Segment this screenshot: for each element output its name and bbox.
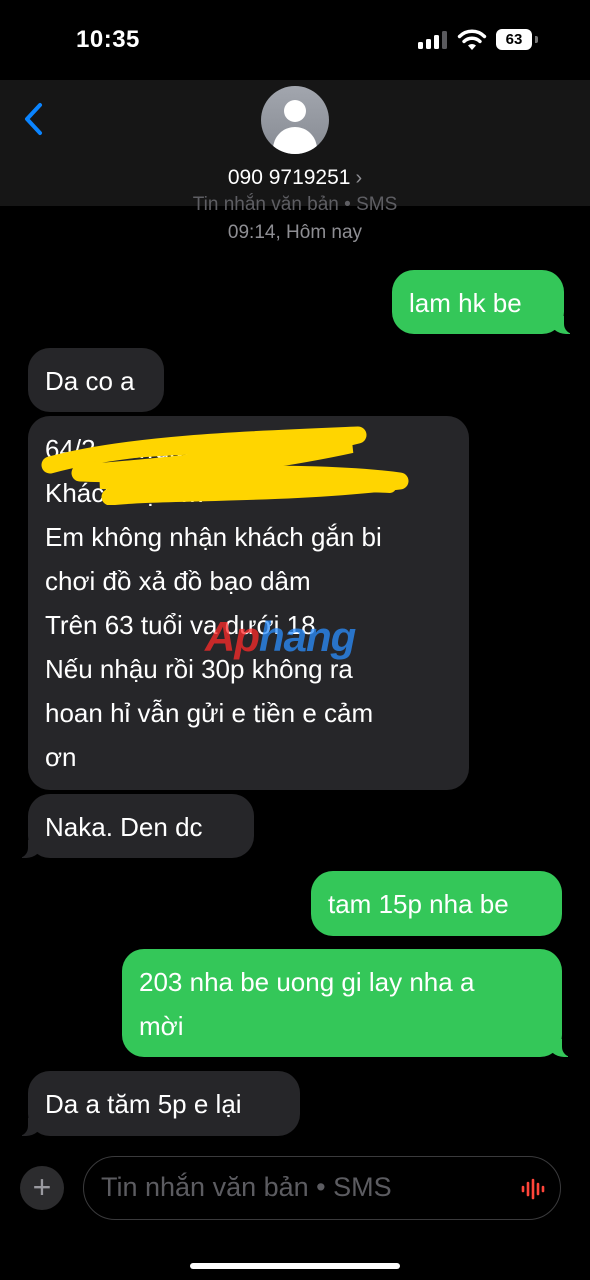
message-text: tam 15p nha be xyxy=(328,889,509,919)
watermark-part2: hang xyxy=(259,613,356,660)
message-text: Da a tăm 5p e lại xyxy=(45,1089,242,1119)
battery-tip xyxy=(535,36,538,43)
redaction-scribble xyxy=(41,426,409,505)
message-line: mời xyxy=(139,1011,184,1041)
chevron-right-icon: › xyxy=(355,167,363,189)
status-time: 10:35 xyxy=(76,26,140,53)
message-outgoing[interactable]: tam 15p nha be xyxy=(311,871,562,936)
thread-type-label: Tin nhắn văn bản • SMS xyxy=(192,194,398,215)
contact-name[interactable]: 090 9719251 › xyxy=(0,166,590,190)
message-text: Da co a xyxy=(45,366,135,396)
watermark-part1: Ap xyxy=(205,613,260,660)
message-line: chơi đồ xả đồ bạo dâm xyxy=(45,566,311,596)
message-line: Em không nhận khách gắn bi xyxy=(45,522,382,552)
cellular-signal-icon xyxy=(418,31,448,49)
message-line: 203 nha be uong gi lay nha a xyxy=(139,967,475,997)
plus-button[interactable]: + xyxy=(20,1166,64,1210)
battery-indicator: 63 xyxy=(496,29,532,50)
status-bar: 10:35 63 xyxy=(0,0,590,80)
message-line: ơn xyxy=(45,742,77,772)
message-text: lam hk be xyxy=(409,288,522,318)
chevron-left-icon[interactable] xyxy=(18,97,54,141)
message-composer: + Tin nhắn văn bản • SMS xyxy=(0,1150,590,1280)
message-outgoing-multiline[interactable]: 203 nha be uong gi lay nha a mời xyxy=(122,949,572,1057)
wifi-icon xyxy=(457,29,487,50)
contact-number: 090 9719251 xyxy=(227,166,351,189)
message-incoming[interactable]: Da co a xyxy=(28,348,164,412)
message-incoming[interactable]: Da a tăm 5p e lại xyxy=(18,1071,300,1136)
message-input[interactable]: Tin nhắn văn bản • SMS xyxy=(83,1156,561,1220)
home-indicator xyxy=(190,1263,400,1269)
message-line: hoan hỉ vẫn gửi e tiền e cảm xyxy=(45,698,374,728)
conversation-header: 090 9719251 › xyxy=(0,80,590,206)
watermark-logo: Aphang xyxy=(205,613,356,661)
contact-avatar[interactable] xyxy=(261,86,329,154)
message-text: Naka. Den dc xyxy=(45,812,203,842)
person-icon-head xyxy=(284,100,306,122)
message-input-placeholder: Tin nhắn văn bản • SMS xyxy=(101,1172,392,1202)
waveform-icon[interactable] xyxy=(520,1178,548,1200)
person-icon-body xyxy=(273,127,317,154)
thread-timestamp: 09:14, Hôm nay xyxy=(227,222,363,243)
message-incoming[interactable]: Naka. Den dc xyxy=(18,794,254,858)
message-outgoing[interactable]: lam hk be xyxy=(392,270,574,334)
